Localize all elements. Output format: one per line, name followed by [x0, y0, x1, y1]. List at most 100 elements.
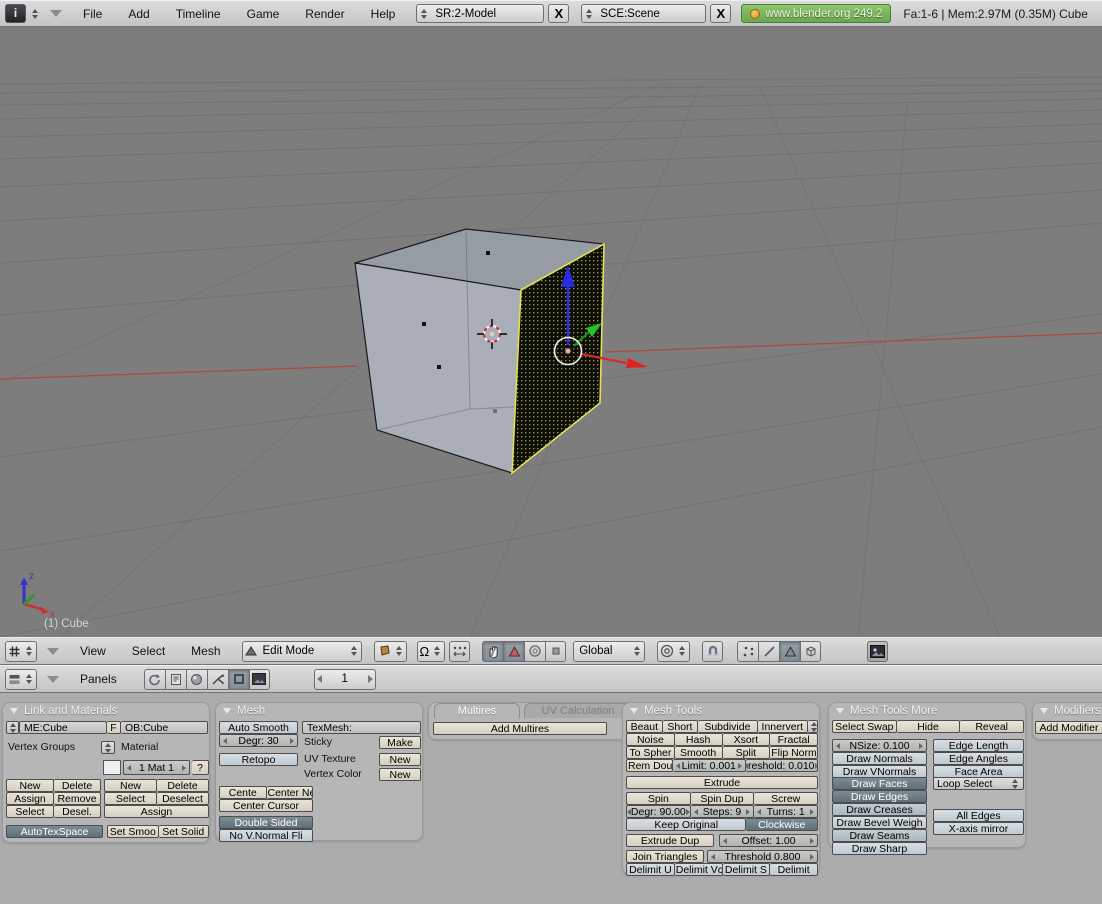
mode-dropdown[interactable]: Edit Mode	[242, 641, 362, 662]
material-index-field[interactable]: 1 Mat 1	[123, 760, 190, 775]
add-modifier-button[interactable]: Add Modifier	[1035, 721, 1102, 734]
material-deselect-button[interactable]: Deselect	[157, 792, 209, 805]
face-select-button[interactable]	[779, 641, 800, 662]
shading-buttons-button[interactable]	[186, 669, 207, 690]
uv-texture-new-button[interactable]: New	[379, 753, 421, 766]
spin-button[interactable]: Spin	[626, 792, 691, 805]
collapse-header-icon[interactable]	[47, 648, 59, 655]
autotexspace-toggle[interactable]: AutoTexSpace	[6, 825, 103, 838]
scene-selector[interactable]: SCE:Scene	[581, 4, 706, 23]
scene-stepper-icon[interactable]	[584, 9, 594, 19]
xsort-button[interactable]: Xsort	[723, 733, 771, 746]
set-smooth-button[interactable]: Set Smoo	[107, 825, 159, 838]
draw-creases-toggle[interactable]: Draw Creases	[832, 803, 927, 816]
scene-close-button[interactable]: X	[710, 4, 731, 23]
material-browse-stepper[interactable]	[101, 741, 115, 754]
panels-menu[interactable]: Panels	[69, 672, 128, 686]
delimit-toggle[interactable]: Delimit	[770, 863, 818, 876]
rem-doubles-button[interactable]: Rem Dou	[626, 759, 673, 772]
flip-normals-button[interactable]: Flip Norm	[770, 746, 818, 759]
set-solid-button[interactable]: Set Solid	[159, 825, 210, 838]
menu-help[interactable]: Help	[360, 7, 407, 21]
hide-button[interactable]: Hide	[897, 720, 961, 733]
clockwise-toggle[interactable]: Clockwise	[746, 818, 818, 831]
vgroup-new-button[interactable]: New	[6, 779, 54, 792]
all-edges-toggle[interactable]: All Edges	[933, 809, 1024, 822]
screen-selector[interactable]: SR:2-Model	[416, 4, 544, 23]
edge-length-toggle[interactable]: Edge Length	[933, 739, 1024, 752]
loop-select-dropdown[interactable]: Loop Select	[933, 777, 1024, 790]
vertex-color-new-button[interactable]: New	[379, 768, 421, 781]
render-preview-button[interactable]	[867, 641, 888, 662]
screen-close-button[interactable]: X	[548, 4, 569, 23]
add-multires-button[interactable]: Add Multires	[433, 722, 607, 735]
draw-sharp-toggle[interactable]: Draw Sharp	[832, 842, 927, 855]
panel-link-header[interactable]: Link and Materials	[3, 703, 209, 719]
retopo-toggle[interactable]: Retopo	[219, 753, 298, 766]
menu-mesh[interactable]: Mesh	[180, 644, 231, 658]
menu-add[interactable]: Add	[117, 7, 160, 21]
material-color-swatch[interactable]	[103, 760, 121, 775]
innervert-stepper[interactable]	[808, 720, 818, 733]
panel-mesh-header[interactable]: Mesh	[216, 703, 422, 719]
buttons-window-type-button[interactable]	[5, 669, 37, 690]
tab-multires[interactable]: Multires	[434, 703, 520, 718]
offset-slider[interactable]: Offset: 1.00	[719, 834, 818, 847]
menu-file[interactable]: File	[72, 7, 113, 21]
menu-render[interactable]: Render	[294, 7, 355, 21]
short-toggle[interactable]: Short	[663, 720, 699, 733]
draw-seams-toggle[interactable]: Draw Seams	[832, 829, 927, 842]
x-axis-mirror-toggle[interactable]: X-axis mirror	[933, 822, 1024, 835]
vgroup-select-button[interactable]: Select	[6, 805, 54, 818]
material-new-button[interactable]: New	[104, 779, 157, 792]
blender-web-button[interactable]: www.blender.org 249.2	[741, 4, 891, 23]
edge-angles-toggle[interactable]: Edge Angles	[933, 752, 1024, 765]
auto-smooth-toggle[interactable]: Auto Smooth	[219, 721, 298, 734]
menu-select[interactable]: Select	[121, 644, 176, 658]
innervert-menu[interactable]: Innervert	[758, 720, 808, 733]
snap-target-button[interactable]	[449, 641, 470, 662]
no-vnormal-flip-toggle[interactable]: No V.Normal Fli	[219, 829, 313, 842]
menu-view[interactable]: View	[69, 644, 117, 658]
degr-90-slider[interactable]: Degr: 90.00	[626, 805, 691, 818]
menu-game[interactable]: Game	[236, 7, 291, 21]
extrude-dup-button[interactable]: Extrude Dup	[626, 834, 714, 847]
vgroup-delete-button[interactable]: Delete	[54, 779, 101, 792]
panel-collapse-icon[interactable]	[10, 708, 18, 714]
tab-uv-calculation[interactable]: UV Calculation	[524, 703, 632, 718]
buttons-page-stepper[interactable]: 1	[314, 669, 376, 690]
panel-mesh-tools-header[interactable]: Mesh Tools	[623, 703, 819, 719]
sticky-make-button[interactable]: Make	[379, 736, 421, 749]
mesh-browse-stepper[interactable]	[6, 721, 19, 734]
editing-buttons-button[interactable]	[228, 669, 249, 690]
fake-user-button[interactable]: F	[107, 721, 121, 734]
viewport-canvas[interactable]: z x (1) Cube	[0, 27, 1102, 637]
vertex-select-button[interactable]	[737, 641, 758, 662]
draw-bevel-weights-toggle[interactable]: Draw Bevel Weigh	[832, 816, 927, 829]
vgroup-assign-button[interactable]: Assign	[6, 792, 54, 805]
centre-new-button[interactable]: Center Ne	[267, 786, 314, 799]
to-sphere-button[interactable]: To Spher	[626, 746, 675, 759]
fractal-button[interactable]: Fractal	[770, 733, 818, 746]
collapse-menu-icon[interactable]	[50, 10, 62, 17]
manipulator-x-arrow[interactable]	[626, 358, 648, 368]
smooth-button[interactable]: Smooth	[675, 746, 723, 759]
noise-button[interactable]: Noise	[626, 733, 675, 746]
join-threshold-slider[interactable]: Threshold 0.800	[707, 850, 818, 863]
centre-cursor-button[interactable]: Center Cursor	[219, 799, 313, 812]
3d-viewport[interactable]: z x (1) Cube	[0, 27, 1102, 637]
panel-modifiers-header[interactable]: Modifiers	[1033, 703, 1102, 719]
steps-slider[interactable]: Steps: 9	[691, 805, 755, 818]
draw-edges-toggle[interactable]: Draw Edges	[832, 790, 927, 803]
manipulator-rotate-button[interactable]	[524, 641, 545, 662]
limit-slider[interactable]: Limit: 0.001	[673, 759, 746, 772]
subdivide-button[interactable]: Subdivide	[698, 720, 757, 733]
script-buttons-button[interactable]	[165, 669, 186, 690]
threshold-slider[interactable]: reshold: 0.010	[746, 759, 819, 772]
double-sided-toggle[interactable]: Double Sided	[219, 816, 313, 829]
nsize-slider[interactable]: NSize: 0.100	[832, 739, 927, 752]
app-info-icon[interactable]: i	[5, 4, 26, 23]
beauty-toggle[interactable]: Beaut	[626, 720, 663, 733]
menu-timeline[interactable]: Timeline	[165, 7, 232, 21]
occlude-geometry-button[interactable]	[800, 641, 821, 662]
